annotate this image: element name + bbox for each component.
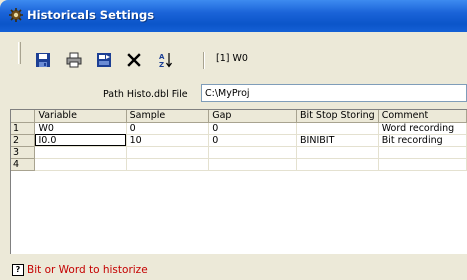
delete-icon: [127, 53, 141, 67]
variable-cell[interactable]: [34, 158, 127, 171]
row-number[interactable]: 1: [11, 122, 36, 135]
bit-stop-storing-cell[interactable]: [296, 158, 379, 171]
save-icon: [36, 53, 50, 67]
status-bar: ? Bit or Word to historize: [0, 254, 467, 280]
comment-cell[interactable]: Word recording: [378, 122, 467, 135]
print-icon: [66, 52, 82, 68]
bit-stop-storing-cell[interactable]: [296, 146, 379, 159]
row-number[interactable]: 3: [11, 146, 36, 159]
comment-cell[interactable]: [378, 158, 467, 171]
column-header-sample[interactable]: Sample: [126, 110, 210, 123]
help-icon: ?: [12, 264, 24, 276]
row-number[interactable]: 2: [11, 134, 36, 147]
gap-cell[interactable]: 0: [208, 134, 298, 147]
gap-cell[interactable]: [208, 146, 298, 159]
toolbar-separator: [203, 52, 205, 69]
svg-text:Z: Z: [159, 61, 164, 69]
title-bar[interactable]: Historicals Settings: [0, 0, 467, 32]
selection-status: [1] W0: [216, 53, 248, 64]
table-row[interactable]: 4: [11, 158, 467, 171]
comment-cell[interactable]: Bit recording: [378, 134, 467, 147]
svg-text:A: A: [159, 53, 165, 61]
save-button[interactable]: [33, 50, 53, 70]
variable-cell[interactable]: [34, 146, 127, 159]
export-button[interactable]: [94, 50, 114, 70]
path-label: Path Histo.dbl File: [103, 89, 188, 100]
historicals-settings-window: Historicals Settings A Z [1] W0 Path His…: [0, 0, 467, 280]
path-bar-grip[interactable]: [18, 46, 21, 64]
column-header-comment[interactable]: Comment: [378, 110, 467, 123]
variables-table: Variable Sample Gap Bit Stop Storing Com…: [11, 110, 467, 171]
column-header-bit-stop-storing[interactable]: Bit Stop Storing: [296, 110, 379, 123]
export-icon: [97, 53, 111, 67]
variables-grid: Variable Sample Gap Bit Stop Storing Com…: [10, 109, 467, 254]
sample-cell[interactable]: 10: [126, 134, 210, 147]
column-header-variable[interactable]: Variable: [34, 110, 127, 123]
status-text: Bit or Word to historize: [27, 264, 148, 276]
comment-cell[interactable]: [378, 146, 467, 159]
path-input[interactable]: [201, 84, 467, 102]
table-row[interactable]: 2 I0.0 10 0 BINIBIT Bit recording: [11, 134, 467, 147]
window-title: Historicals Settings: [27, 8, 155, 22]
app-icon: [9, 8, 23, 22]
sample-cell[interactable]: [126, 146, 210, 159]
corner-cell[interactable]: [11, 110, 36, 123]
print-button[interactable]: [64, 50, 84, 70]
sort-button[interactable]: A Z: [155, 50, 175, 70]
sample-cell[interactable]: 0: [126, 122, 210, 135]
header-row: Variable Sample Gap Bit Stop Storing Com…: [11, 110, 467, 123]
variable-cell[interactable]: W0: [34, 122, 127, 135]
row-number[interactable]: 4: [11, 158, 36, 171]
gap-cell[interactable]: 0: [208, 122, 298, 135]
table-row[interactable]: 3: [11, 146, 467, 159]
sort-az-icon: A Z: [159, 53, 172, 69]
toolbar: A Z [1] W0: [0, 32, 467, 84]
bit-stop-storing-cell[interactable]: [296, 122, 379, 135]
gap-cell[interactable]: [208, 158, 298, 171]
column-header-gap[interactable]: Gap: [208, 110, 298, 123]
variable-cell-selected[interactable]: I0.0: [34, 134, 127, 147]
delete-button[interactable]: [124, 50, 144, 70]
table-row[interactable]: 1 W0 0 0 Word recording: [11, 122, 467, 135]
sample-cell[interactable]: [126, 158, 210, 171]
bit-stop-storing-cell[interactable]: BINIBIT: [296, 134, 379, 147]
